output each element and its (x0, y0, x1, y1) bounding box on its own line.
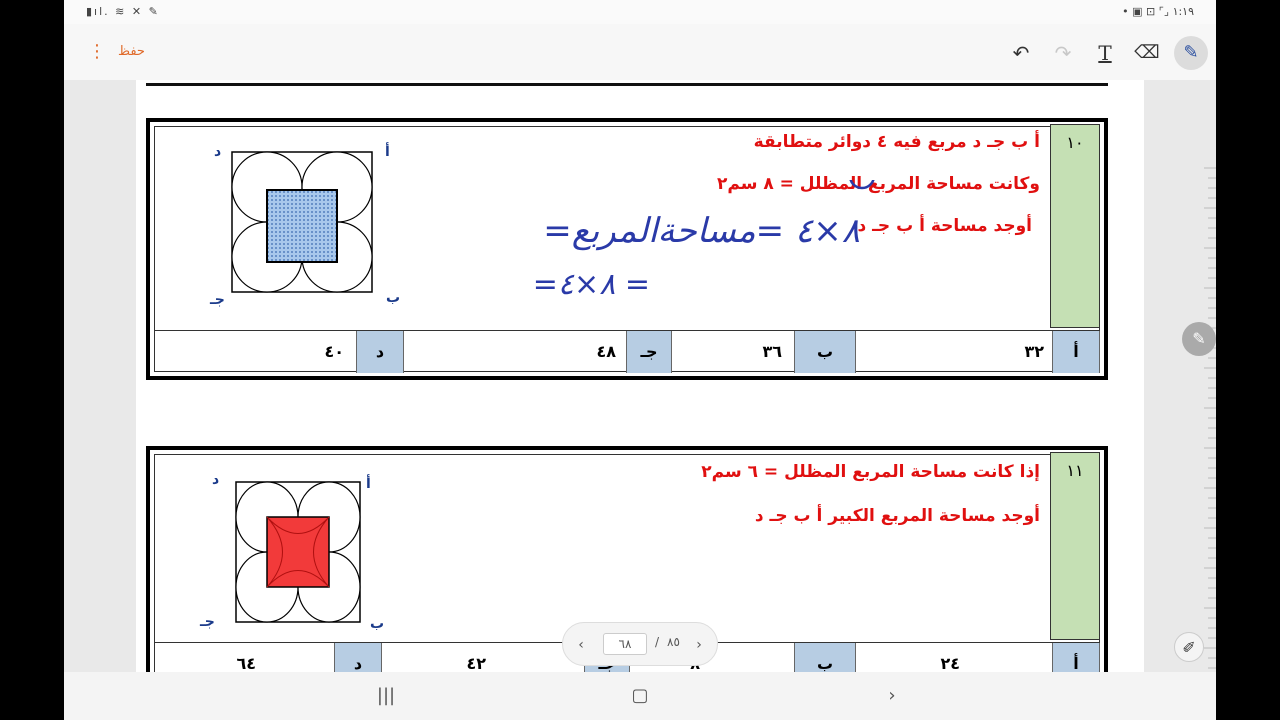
save-button[interactable]: حفظ (118, 44, 145, 59)
handwriting-line-1: =٨×٤ =مساحةالمربع (543, 211, 860, 251)
question-number: ١١ (1050, 452, 1100, 640)
current-page-input[interactable]: ٦٨ (603, 633, 647, 655)
back-icon[interactable]: › (872, 684, 912, 708)
handwritten-annotation: =٨×٤ =مساحةالمربع =٨×٤ = (533, 180, 875, 300)
figure-label-b: ب (370, 616, 385, 632)
status-bar: ▮ıl. ≋ ✕ ✎ • ▣ ⊡ ⌜⌟ ١:١٩ (64, 0, 1216, 24)
figure-label-a: أ (366, 476, 371, 492)
next-page-icon[interactable]: › (691, 635, 707, 655)
page-separator: / (655, 635, 660, 649)
choice-value-last: ٦٤ (236, 654, 256, 672)
text-tool-icon[interactable]: T (1090, 38, 1120, 68)
choice-letter-d[interactable]: د (356, 331, 404, 373)
more-options-icon[interactable]: ⋮ (88, 42, 106, 62)
choice-letter-b[interactable]: ب (794, 331, 856, 373)
choice-value-b: ٣٦ (762, 342, 782, 361)
pen-tool-icon[interactable]: ✎ (1174, 36, 1208, 70)
status-icons-right: • ▣ ⊡ ⌜⌟ ١:١٩ (1122, 5, 1194, 18)
choice-value-j: ٤٨ (596, 342, 616, 361)
choice-letter-d[interactable]: د (334, 643, 382, 672)
choice-letter-j[interactable]: جـ (626, 331, 672, 373)
choice-value-d: ٤٢ (466, 654, 486, 672)
scroll-ruler[interactable] (1198, 164, 1216, 672)
answer-choices-row: أ ٣٢ ب ٣٦ جـ ٤٨ د ٤٠ (154, 330, 1100, 373)
question-text-line-2: أوجد مساحة المربع الكبير أ ب جـ د (754, 506, 1040, 526)
total-pages: ٨٥ (667, 635, 680, 649)
four-circles-figure (235, 481, 361, 623)
edit-document-icon[interactable]: ✐ (1174, 632, 1204, 662)
document-page: ١٠ أ ب جـ د مربع فيه ٤ دوائر متطابقة وكا… (136, 80, 1144, 672)
floating-pen-icon[interactable]: ✎ (1182, 322, 1216, 356)
choice-value-a: ٢٤ (940, 654, 960, 672)
handwriting-line-2: =٨×٤ = (533, 267, 650, 300)
figure-label-j: جـ (210, 292, 225, 308)
page-indicator: ‹ ٦٨ / ٨٥ › (562, 622, 718, 666)
figure-label-d: د (212, 472, 220, 488)
choice-value-a: ٣٢ (1024, 342, 1044, 361)
four-circles-figure (231, 151, 373, 293)
question-text-line-3: أوجد مساحة أ ب جـ د (857, 216, 1032, 236)
question-text-line-1: أ ب جـ د مربع فيه ٤ دوائر متطابقة (753, 132, 1040, 152)
question-text-line-1: إذا كانت مساحة المربع المظلل = ٦ سم٢ (701, 462, 1040, 482)
choice-letter-b[interactable]: ب (794, 643, 856, 672)
home-icon[interactable]: ▢ (620, 684, 660, 708)
choice-letter-a[interactable]: أ (1052, 643, 1100, 672)
previous-page-icon[interactable]: ‹ (573, 635, 589, 655)
tablet-screen: ▮ıl. ≋ ✕ ✎ • ▣ ⊡ ⌜⌟ ١:١٩ ⋮ حفظ ↶ ↷ T ⌫ ✎… (64, 0, 1216, 720)
document-viewport[interactable]: ١٠ أ ب جـ د مربع فيه ٤ دوائر متطابقة وكا… (64, 80, 1216, 672)
question-10: ١٠ أ ب جـ د مربع فيه ٤ دوائر متطابقة وكا… (146, 118, 1108, 380)
eraser-icon[interactable]: ⌫ (1132, 38, 1162, 68)
status-icons-left: ▮ıl. ≋ ✕ ✎ (86, 5, 160, 18)
figure-label-a: أ (385, 144, 390, 160)
system-navigation-bar: ||| ▢ › (64, 672, 1216, 720)
recent-apps-icon[interactable]: ||| (366, 684, 406, 708)
choice-letter-a[interactable]: أ (1052, 331, 1100, 373)
ink-circle-mark (849, 180, 875, 190)
figure-label-j: جـ (200, 614, 215, 630)
choice-value-d: ٤٠ (324, 342, 344, 361)
redo-icon[interactable]: ↷ (1048, 38, 1078, 68)
question-number: ١٠ (1050, 124, 1100, 328)
undo-icon[interactable]: ↶ (1006, 38, 1036, 68)
figure-label-d: د (214, 144, 222, 160)
previous-question-border (146, 83, 1108, 86)
figure-label-b: ب (386, 290, 401, 306)
app-toolbar: ⋮ حفظ ↶ ↷ T ⌫ ✎ (64, 24, 1216, 80)
